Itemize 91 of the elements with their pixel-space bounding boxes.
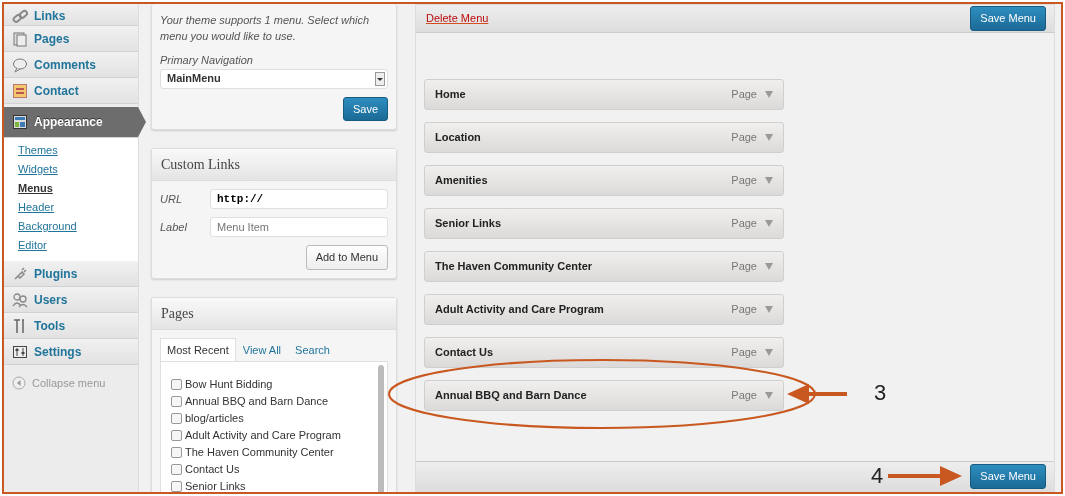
menu-item-title: Senior Links: [435, 216, 502, 232]
checkbox[interactable]: [171, 413, 182, 424]
plug-icon: [12, 265, 28, 282]
submenu-item[interactable]: Widgets: [4, 160, 138, 179]
sliders-icon: [12, 343, 28, 360]
caret-icon: [765, 177, 773, 184]
caret-icon: [765, 134, 773, 141]
sidebar-item[interactable]: Comments: [4, 52, 138, 78]
save-button[interactable]: Save: [342, 96, 388, 121]
checkbox[interactable]: [171, 447, 182, 458]
theme-note: Your theme supports 1 menu. Select which menu you would like to use.: [160, 13, 371, 44]
caret-icon: [765, 392, 773, 399]
tab[interactable]: Search: [288, 337, 337, 362]
link-icon: [12, 9, 28, 25]
checkbox-label: Bow Hunt Bidding: [185, 377, 273, 392]
checkbox[interactable]: [171, 379, 182, 390]
menu-item-type: Page: [731, 259, 757, 275]
caret-icon: [765, 306, 773, 313]
users-icon: [12, 291, 28, 308]
sidebar-item[interactable]: Links: [4, 4, 138, 26]
menu-item-title: The Haven Community Center: [435, 259, 593, 275]
sidebar-item[interactable]: Settings: [4, 339, 138, 365]
input-field[interactable]: Menu Item: [210, 217, 388, 237]
menu-item-type: Page: [731, 345, 757, 361]
step-number: 4: [871, 465, 884, 487]
menu-item-title: Home: [435, 87, 466, 103]
menu-item[interactable]: Adult Activity and Care Program Page: [424, 294, 784, 325]
field-label: Label: [160, 219, 188, 235]
arrow-icon: [787, 382, 847, 406]
delete-menu-link[interactable]: Delete Menu: [426, 10, 489, 27]
menu-item-title: Amenities: [435, 173, 488, 189]
step-number: 3: [874, 382, 887, 404]
pages-icon: [12, 30, 28, 47]
field-label: URL: [160, 191, 183, 207]
menu-item-type: Page: [731, 87, 757, 103]
sidebar-item[interactable]: Contact: [4, 78, 138, 104]
checkbox-label: Senior Links: [185, 479, 246, 492]
sidebar-item[interactable]: Plugins: [4, 261, 138, 287]
submenu-item[interactable]: Themes: [4, 141, 138, 160]
checkbox[interactable]: [171, 464, 182, 475]
menu-item[interactable]: Annual BBQ and Barn Dance Page: [424, 380, 784, 411]
caret-icon: [765, 91, 773, 98]
menu-item-type: Page: [731, 173, 757, 189]
field-label: Primary Navigation: [160, 53, 254, 68]
scrollbar[interactable]: [378, 365, 384, 492]
panel-title: Custom Links: [152, 149, 396, 181]
checkbox[interactable]: [171, 481, 182, 492]
menu-item-title: Annual BBQ and Barn Dance: [435, 388, 587, 404]
checkbox[interactable]: [171, 430, 182, 441]
submenu-item[interactable]: Background: [4, 217, 138, 236]
arrow-icon: [888, 464, 962, 488]
collapse-icon: [12, 376, 26, 391]
checkbox[interactable]: [171, 396, 182, 407]
checkbox-label: Contact Us: [185, 462, 240, 477]
caret-icon: [765, 263, 773, 270]
menu-item-title: Adult Activity and Care Program: [435, 302, 604, 318]
checkbox-label: The Haven Community Center: [185, 445, 334, 460]
save-menu-button[interactable]: Save Menu: [970, 464, 1046, 489]
checkbox-label: blog/articles: [185, 411, 244, 426]
menu-item[interactable]: The Haven Community Center Page: [424, 251, 784, 282]
checkbox-label: Annual BBQ and Barn Dance: [185, 394, 329, 409]
menu-select[interactable]: MainMenu: [160, 68, 388, 89]
menu-item[interactable]: Contact Us Page: [424, 337, 784, 368]
menu-item[interactable]: Location Page: [424, 122, 784, 153]
submenu-item[interactable]: Editor: [4, 236, 138, 255]
add-to-menu-button[interactable]: Add to Menu: [305, 245, 388, 270]
menu-item-type: Page: [731, 302, 757, 318]
menu-item-title: Contact Us: [435, 345, 494, 361]
sidebar-item[interactable]: Tools: [4, 313, 138, 339]
menu-item[interactable]: Senior Links Page: [424, 208, 784, 239]
menu-item-title: Location: [435, 130, 481, 146]
save-menu-button[interactable]: Save Menu: [970, 6, 1046, 31]
caret-icon: [765, 349, 773, 356]
tab[interactable]: View All: [235, 337, 289, 362]
checkbox-label: Adult Activity and Care Program: [185, 428, 341, 443]
submenu-item[interactable]: Menus: [4, 179, 138, 198]
layout-icon: [12, 114, 28, 130]
panel-title: Pages: [152, 297, 396, 330]
speech-bubble-icon: [12, 56, 28, 73]
input-field[interactable]: http://: [210, 189, 388, 209]
tab[interactable]: Most Recent: [160, 337, 236, 362]
menu-item-type: Page: [731, 130, 757, 146]
menu-item-type: Page: [731, 216, 757, 232]
menu-item[interactable]: Home Page: [424, 79, 784, 110]
sidebar-item[interactable]: Pages: [4, 26, 138, 52]
sidebar-item[interactable]: Users: [4, 287, 138, 313]
form-icon: [12, 82, 28, 99]
menu-item-type: Page: [731, 388, 757, 404]
submenu-item[interactable]: Header: [4, 198, 138, 217]
caret-icon: [765, 220, 773, 227]
menu-item[interactable]: Amenities Page: [424, 165, 784, 196]
